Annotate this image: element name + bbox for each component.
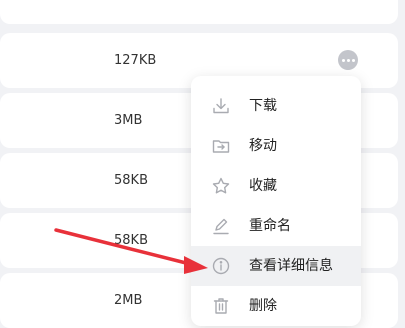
- annotation-arrow-icon: [54, 228, 208, 274]
